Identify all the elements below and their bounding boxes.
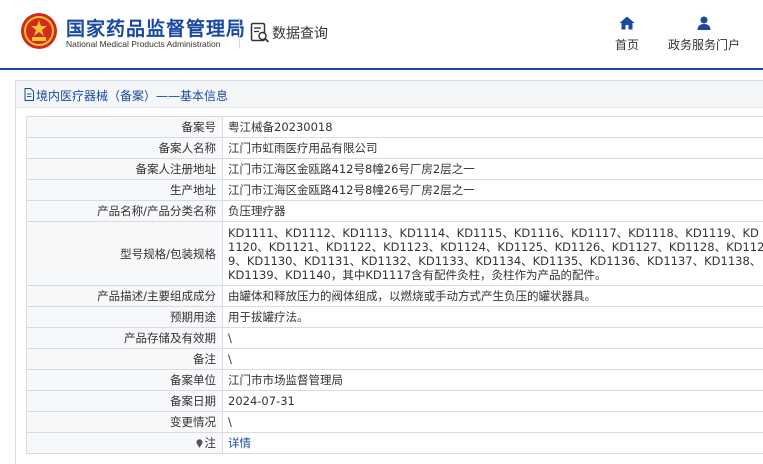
site-title: 国家药品监督管理局 bbox=[66, 18, 247, 40]
row-label: 备案日期 bbox=[26, 390, 223, 412]
row-value: KD1111、KD1112、KD1113、KD1114、KD1115、KD111… bbox=[222, 221, 763, 286]
table-row: 预期用途 用于拔罐疗法。 bbox=[26, 306, 763, 328]
nav-gov-label: 政务服务门户 bbox=[667, 38, 740, 52]
row-label: 预期用途 bbox=[26, 306, 223, 328]
row-label: 产品存储及有效期 bbox=[26, 327, 223, 349]
row-label: 备案号 bbox=[26, 116, 223, 138]
row-label: 型号规格/包装规格 bbox=[26, 221, 223, 286]
note-label-cell: 注 bbox=[26, 432, 223, 454]
row-label: 产品描述/主要组成成分 bbox=[26, 285, 223, 307]
table-row: 生产地址 江门市江海区金瓯路412号8幢26号厂房2层之一 bbox=[26, 179, 763, 201]
table-row: 备案单位 江门市市场监督管理局 bbox=[26, 369, 763, 391]
row-label: 变更情况 bbox=[26, 411, 223, 433]
panel-title: 境内医疗器械（备案）——基本信息 bbox=[36, 89, 229, 103]
row-label: 备注 bbox=[26, 348, 223, 370]
row-value: \ bbox=[222, 348, 763, 370]
table-row: 备案人名称 江门市虹雨医疗用品有限公司 bbox=[26, 137, 763, 159]
record-panel: 境内医疗器械（备案）——基本信息 备案号 粤江械备20230018 备案人名称 … bbox=[15, 80, 763, 464]
record-info-table: 备案号 粤江械备20230018 备案人名称 江门市虹雨医疗用品有限公司 备案人… bbox=[26, 116, 763, 454]
document-icon bbox=[24, 88, 34, 101]
row-value: 粤江械备20230018 bbox=[222, 116, 763, 138]
table-row: 产品存储及有效期 \ bbox=[26, 327, 763, 349]
row-value: 负压理疗器 bbox=[222, 200, 763, 222]
row-value: 详情 bbox=[222, 432, 763, 454]
table-row: 备案人注册地址 江门市江海区金瓯路412号8幢26号厂房2层之一 bbox=[26, 158, 763, 180]
site-header: 国家药品监督管理局 National Medical Products Admi… bbox=[0, 0, 763, 68]
national-emblem-logo bbox=[21, 13, 57, 49]
data-query-label[interactable]: 数据查询 bbox=[272, 23, 328, 43]
row-label: 备案人名称 bbox=[26, 137, 223, 159]
user-icon bbox=[697, 16, 711, 30]
nav-home[interactable]: 首页 bbox=[610, 16, 644, 53]
row-label: 注 bbox=[204, 436, 217, 450]
row-label: 备案单位 bbox=[26, 369, 223, 391]
row-label: 备案人注册地址 bbox=[26, 158, 223, 180]
table-row: 产品名称/产品分类名称 负压理疗器 bbox=[26, 200, 763, 222]
row-value: 用于拔罐疗法。 bbox=[222, 306, 763, 328]
home-icon bbox=[619, 16, 635, 30]
nav-home-label: 首页 bbox=[614, 38, 639, 52]
data-query-icon bbox=[250, 22, 270, 43]
table-row: 产品描述/主要组成成分 由罐体和释放压力的阀体组成，以燃烧或手动方式产生负压的罐… bbox=[26, 285, 763, 307]
table-row: 型号规格/包装规格 KD1111、KD1112、KD1113、KD1114、KD… bbox=[26, 221, 763, 286]
row-value: 江门市虹雨医疗用品有限公司 bbox=[222, 137, 763, 159]
header-underline bbox=[0, 68, 763, 70]
detail-link[interactable]: 详情 bbox=[228, 436, 251, 450]
table-row: 变更情况 \ bbox=[26, 411, 763, 433]
pin-icon bbox=[196, 439, 202, 448]
row-value: 2024-07-31 bbox=[222, 390, 763, 412]
row-value: 江门市江海区金瓯路412号8幢26号厂房2层之一 bbox=[222, 179, 763, 201]
row-value: 江门市江海区金瓯路412号8幢26号厂房2层之一 bbox=[222, 158, 763, 180]
nav-gov-service-portal[interactable]: 政务服务门户 bbox=[664, 16, 744, 53]
row-value: 由罐体和释放压力的阀体组成，以燃烧或手动方式产生负压的罐状器具。 bbox=[222, 285, 763, 307]
header-divider bbox=[239, 18, 240, 48]
table-row: 备案日期 2024-07-31 bbox=[26, 390, 763, 412]
table-row: 注 详情 bbox=[26, 432, 763, 454]
table-row: 备注 \ bbox=[26, 348, 763, 370]
table-row: 备案号 粤江械备20230018 bbox=[26, 116, 763, 138]
panel-header: 境内医疗器械（备案）——基本信息 bbox=[16, 81, 763, 108]
row-value: 江门市市场监督管理局 bbox=[222, 369, 763, 391]
row-value: \ bbox=[222, 327, 763, 349]
row-label: 产品名称/产品分类名称 bbox=[26, 200, 223, 222]
row-label: 生产地址 bbox=[26, 179, 223, 201]
row-value: \ bbox=[222, 411, 763, 433]
site-title-english: National Medical Products Administration bbox=[66, 39, 221, 49]
